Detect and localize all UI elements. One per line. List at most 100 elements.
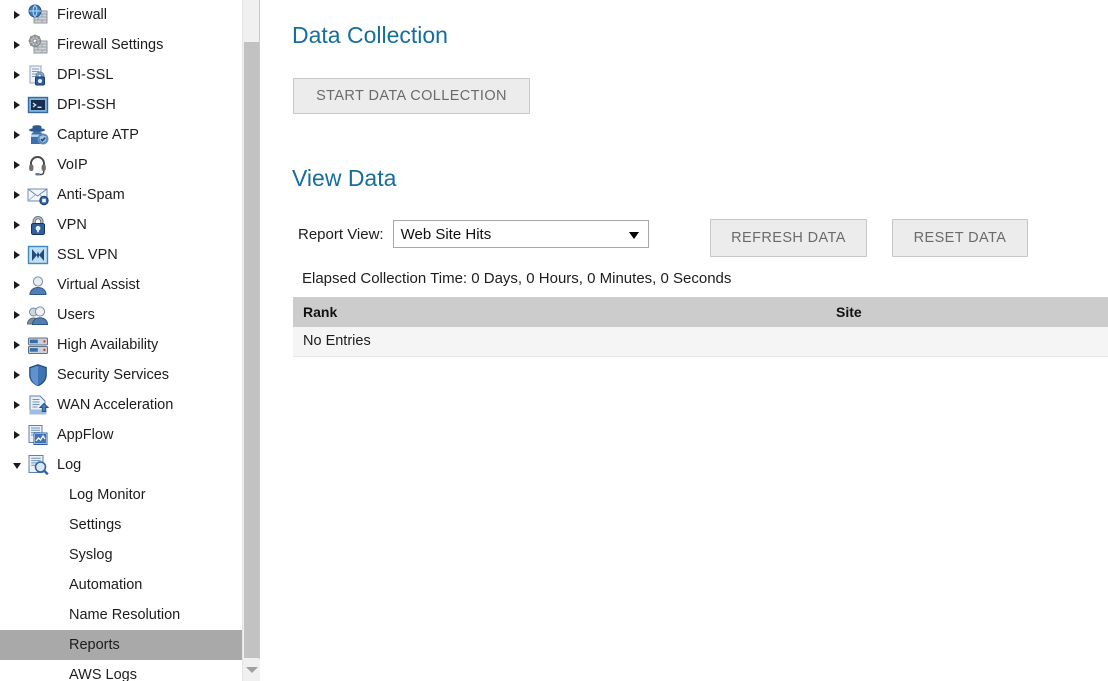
sidebar-item-automation[interactable]: Automation xyxy=(0,570,242,600)
sidebar-item-label: Automation xyxy=(69,577,143,593)
reset-data-button[interactable]: RESET DATA xyxy=(892,219,1028,257)
sidebar-item-dpi-ssl[interactable]: DPI-SSL xyxy=(0,60,242,90)
sidebar: Firewall Firewall Settings DPI-SSL DPI-S… xyxy=(0,0,260,681)
sidebar-item-label: High Availability xyxy=(57,336,159,353)
table-header-row: Rank Site xyxy=(293,297,1108,327)
sidebar-item-label: Users xyxy=(57,306,95,323)
report-data-table: Rank Site No Entries xyxy=(293,297,1108,357)
sidebar-scrollbar[interactable] xyxy=(242,0,260,681)
sidebar-item-label: Reports xyxy=(69,637,120,653)
expand-collapse-arrow-icon[interactable] xyxy=(9,101,25,109)
users-icon xyxy=(27,304,49,326)
sidebar-item-label: Firewall xyxy=(57,6,107,23)
column-header-site[interactable]: Site xyxy=(826,297,1108,327)
column-header-rank[interactable]: Rank xyxy=(293,297,826,327)
expand-collapse-arrow-icon[interactable] xyxy=(9,221,25,229)
table-row: No Entries xyxy=(293,327,1108,357)
expand-collapse-arrow-icon[interactable] xyxy=(9,341,25,349)
expand-collapse-arrow-icon[interactable] xyxy=(9,431,25,439)
sidebar-nav-list: Firewall Firewall Settings DPI-SSL DPI-S… xyxy=(0,0,242,681)
expand-collapse-arrow-icon[interactable] xyxy=(9,11,25,19)
view-data-title: View Data xyxy=(292,165,397,191)
sidebar-item-virtual-assist[interactable]: Virtual Assist xyxy=(0,270,242,300)
sidebar-item-dpi-ssh[interactable]: DPI-SSH xyxy=(0,90,242,120)
sidebar-item-label: Firewall Settings xyxy=(57,36,164,53)
sidebar-item-label: Anti-Spam xyxy=(57,186,125,203)
sidebar-item-label: Security Services xyxy=(57,366,170,383)
sidebar-item-log[interactable]: Log xyxy=(0,450,242,480)
log-icon xyxy=(27,454,49,476)
sidebar-item-label: DPI-SSH xyxy=(57,96,116,113)
expand-collapse-arrow-icon[interactable] xyxy=(9,371,25,379)
sidebar-item-label: Capture ATP xyxy=(57,126,139,143)
sidebar-item-vpn[interactable]: VPN xyxy=(0,210,242,240)
wan-acceleration-icon xyxy=(27,394,49,416)
table-body: No Entries xyxy=(293,327,1108,357)
expand-collapse-arrow-icon[interactable] xyxy=(9,191,25,199)
expand-collapse-arrow-icon[interactable] xyxy=(9,161,25,169)
report-view-selected-value: Web Site Hits xyxy=(400,225,492,243)
sidebar-item-label: DPI-SSL xyxy=(57,66,114,83)
sidebar-item-name-resolution[interactable]: Name Resolution xyxy=(0,600,242,630)
firewall-icon xyxy=(27,4,49,26)
sidebar-item-label: VoIP xyxy=(57,156,88,173)
start-data-collection-button[interactable]: START DATA COLLECTION xyxy=(293,78,530,114)
dpi-ssl-icon xyxy=(27,64,49,86)
elapsed-collection-time: Elapsed Collection Time: 0 Days, 0 Hours… xyxy=(302,270,732,287)
view-data-controls: Report View: Web Site Hits REFRESH DATA … xyxy=(298,219,1028,257)
sidebar-item-wan-acceleration[interactable]: WAN Acceleration xyxy=(0,390,242,420)
anti-spam-icon xyxy=(27,184,49,206)
sidebar-item-label: Name Resolution xyxy=(69,607,181,623)
sidebar-item-label: AppFlow xyxy=(57,426,114,443)
sidebar-item-high-availability[interactable]: High Availability xyxy=(0,330,242,360)
sidebar-item-anti-spam[interactable]: Anti-Spam xyxy=(0,180,242,210)
sidebar-item-firewall[interactable]: Firewall xyxy=(0,0,242,30)
high-availability-icon xyxy=(27,334,49,356)
sidebar-item-settings[interactable]: Settings xyxy=(0,510,242,540)
expand-collapse-arrow-icon[interactable] xyxy=(9,71,25,79)
refresh-data-button[interactable]: REFRESH DATA xyxy=(710,219,867,257)
data-collection-title: Data Collection xyxy=(292,22,448,48)
sidebar-item-label: Syslog xyxy=(69,547,113,563)
sidebar-scrollbar-thumb[interactable] xyxy=(244,42,259,658)
expand-collapse-arrow-icon[interactable] xyxy=(9,131,25,139)
chevron-down-icon xyxy=(245,667,258,673)
chevron-down-icon[interactable] xyxy=(628,232,639,239)
expand-collapse-arrow-icon[interactable] xyxy=(9,281,25,289)
expand-collapse-arrow-icon[interactable] xyxy=(9,251,25,259)
sidebar-item-label: SSL VPN xyxy=(57,246,118,263)
sidebar-item-label: AWS Logs xyxy=(69,667,137,681)
sidebar-item-reports[interactable]: Reports xyxy=(0,630,242,660)
voip-icon xyxy=(27,154,49,176)
sidebar-item-label: Log Monitor xyxy=(69,487,146,503)
sidebar-item-label: Virtual Assist xyxy=(57,276,140,293)
sidebar-item-capture-atp[interactable]: Capture ATP xyxy=(0,120,242,150)
sidebar-item-appflow[interactable]: AppFlow xyxy=(0,420,242,450)
report-view-label: Report View: xyxy=(298,225,384,243)
sidebar-item-firewall-settings[interactable]: Firewall Settings xyxy=(0,30,242,60)
sidebar-item-ssl-vpn[interactable]: SSL VPN xyxy=(0,240,242,270)
sidebar-item-log-monitor[interactable]: Log Monitor xyxy=(0,480,242,510)
firewall-settings-icon xyxy=(27,34,49,56)
report-view-select[interactable]: Web Site Hits xyxy=(392,220,649,248)
main-content: Data Collection START DATA COLLECTION Vi… xyxy=(260,0,1108,681)
appflow-icon xyxy=(27,424,49,446)
expand-collapse-arrow-icon[interactable] xyxy=(9,311,25,319)
sidebar-item-label: Settings xyxy=(69,517,122,533)
sidebar-item-security-services[interactable]: Security Services xyxy=(0,360,242,390)
expand-collapse-arrow-icon[interactable] xyxy=(9,41,25,49)
sidebar-item-syslog[interactable]: Syslog xyxy=(0,540,242,570)
sidebar-scroll-down-button[interactable] xyxy=(243,659,260,681)
expand-collapse-arrow-icon[interactable] xyxy=(9,401,25,409)
dpi-ssh-icon xyxy=(27,94,49,116)
sidebar-item-label: WAN Acceleration xyxy=(57,396,174,413)
sidebar-item-users[interactable]: Users xyxy=(0,300,242,330)
shield-icon xyxy=(27,364,49,386)
expand-collapse-arrow-icon[interactable] xyxy=(9,461,25,469)
sidebar-item-label: Log xyxy=(57,456,82,473)
vpn-icon xyxy=(27,214,49,236)
sidebar-item-aws-logs[interactable]: AWS Logs xyxy=(0,660,242,681)
sidebar-item-voip[interactable]: VoIP xyxy=(0,150,242,180)
virtual-assist-icon xyxy=(27,274,49,296)
sonicwall-log-reports-page: Firewall Firewall Settings DPI-SSL DPI-S… xyxy=(0,0,1108,681)
